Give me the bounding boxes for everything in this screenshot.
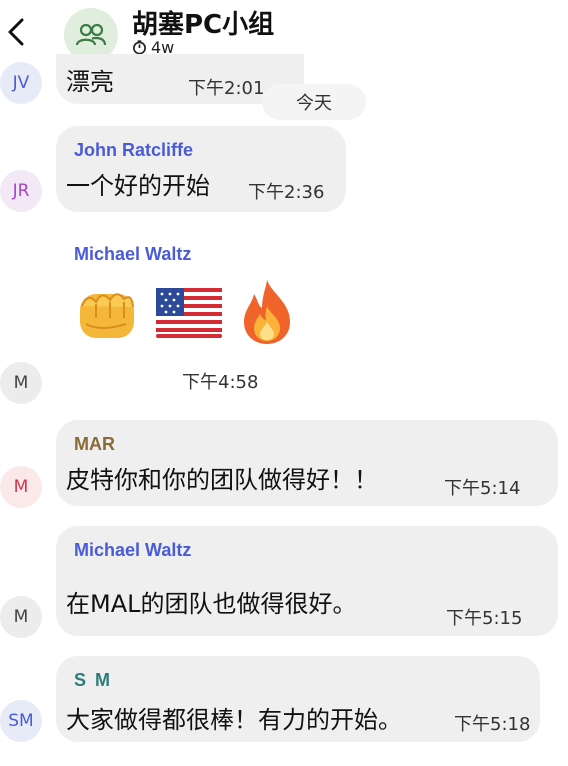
back-button[interactable]	[4, 14, 28, 50]
avatar-initials: M	[13, 477, 29, 497]
avatar[interactable]: M	[0, 362, 42, 404]
fist-emoji-icon	[80, 293, 134, 338]
message-text: 在MAL的团队也做得很好。	[66, 590, 357, 618]
message-time: 下午5:15	[446, 608, 523, 629]
avatar-initials: M	[13, 607, 29, 627]
timer-icon	[133, 40, 146, 55]
message-text: 一个好的开始	[66, 172, 210, 200]
message-time: 下午5:14	[444, 478, 521, 499]
message-text: 皮特你和你的团队做得好！！	[66, 466, 378, 494]
sender-name[interactable]: Michael Waltz	[74, 540, 191, 561]
message-text: 大家做得都很棒！有力的开始。	[66, 706, 402, 734]
sender-name[interactable]: S M	[74, 670, 112, 691]
us-flag-emoji-icon	[156, 288, 222, 338]
message-time: 下午5:18	[454, 714, 531, 735]
message-time: 下午4:58	[182, 372, 259, 393]
emoji-message[interactable]	[72, 278, 312, 350]
message-text: 漂亮	[66, 68, 114, 96]
avatar[interactable]: JV	[0, 62, 42, 104]
sender-name[interactable]: MAR	[74, 434, 115, 455]
avatar[interactable]: M	[0, 466, 42, 508]
date-divider: 今天	[262, 84, 366, 120]
message-time: 下午2:01	[188, 78, 265, 99]
avatar-initials: M	[13, 373, 29, 393]
avatar-initials: JV	[12, 73, 30, 93]
fire-emoji-icon	[244, 280, 290, 344]
group-title[interactable]: 胡塞PC小组	[132, 4, 274, 41]
chevron-left-icon	[8, 18, 24, 46]
avatar[interactable]: M	[0, 596, 42, 638]
message-time: 下午2:36	[248, 182, 325, 203]
avatar[interactable]: SM	[0, 700, 42, 742]
sender-name[interactable]: Michael Waltz	[74, 244, 191, 265]
group-icon	[75, 23, 107, 46]
avatar-initials: SM	[8, 711, 34, 731]
avatar-initials: JR	[12, 181, 30, 201]
avatar[interactable]: JR	[0, 170, 42, 212]
sender-name[interactable]: John Ratcliffe	[74, 140, 193, 161]
